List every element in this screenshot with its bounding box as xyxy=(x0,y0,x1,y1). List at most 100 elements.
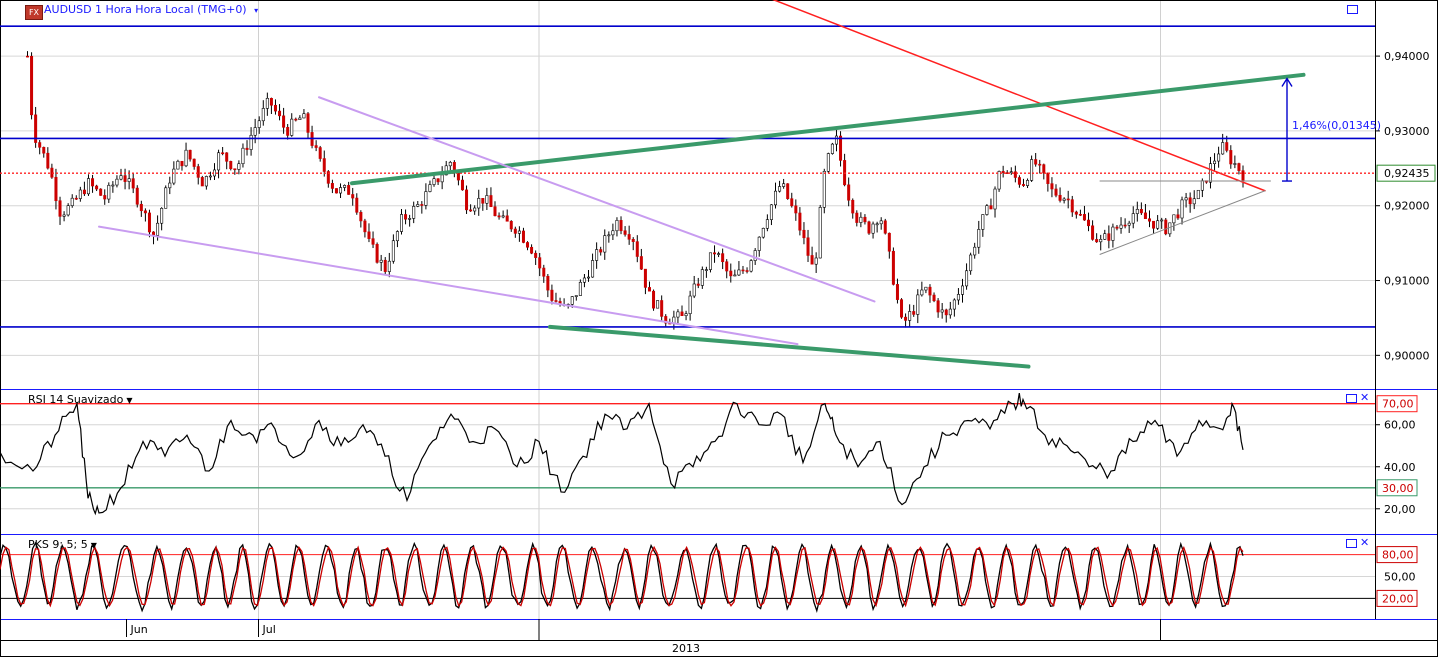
candle-body xyxy=(208,175,212,178)
candle-body xyxy=(1107,233,1111,241)
candle-body xyxy=(339,187,343,194)
candle-body xyxy=(176,160,180,170)
candle-body xyxy=(241,147,245,165)
candle-body xyxy=(839,135,843,161)
rsi-axis-label: 20,00 xyxy=(1384,503,1416,516)
candle-body xyxy=(42,146,46,154)
candle-body xyxy=(25,55,29,58)
candle-body xyxy=(1046,172,1050,184)
rsi-panel-title[interactable]: RSI 14 Suavizado ▼ xyxy=(28,393,133,406)
candle-body xyxy=(1229,150,1233,165)
candle-body xyxy=(1054,188,1058,196)
candle-body xyxy=(1034,159,1038,165)
title-dropdown-caret-icon[interactable]: ▾ xyxy=(254,6,258,15)
pks-panel-title[interactable]: PKS 9; 5; 5 ▼ xyxy=(28,538,97,551)
candle-body xyxy=(416,204,420,207)
candle-body xyxy=(103,195,107,200)
candle-body xyxy=(944,309,948,316)
candle-body xyxy=(615,220,619,232)
candle-body xyxy=(1030,159,1034,181)
candle-body xyxy=(859,216,863,223)
pks-axis-label: 50,00 xyxy=(1384,571,1416,584)
candle-body xyxy=(428,184,432,192)
candle-body xyxy=(184,149,188,167)
candle-body xyxy=(1066,198,1070,201)
candle-body xyxy=(265,97,269,109)
candle-body xyxy=(570,296,574,305)
candle-body xyxy=(351,194,355,199)
rsi-level-label: 70,00 xyxy=(1382,398,1414,411)
candle-body xyxy=(1152,220,1156,229)
candle-body xyxy=(737,269,741,276)
candle-body xyxy=(623,230,627,235)
candle-body xyxy=(806,237,810,256)
candle-body xyxy=(82,189,86,195)
candle-body xyxy=(74,197,78,200)
candle-body xyxy=(586,276,590,279)
candle-body xyxy=(948,308,952,316)
candle-body xyxy=(550,289,554,301)
rsi-close-icon[interactable]: ✕ xyxy=(1360,392,1369,403)
candle-body xyxy=(436,178,440,183)
candle-body xyxy=(1017,177,1021,185)
candle-body xyxy=(725,261,729,272)
chart-canvas: 1,46%(0,01345) 0,90000 0,91000 0,92000 0,930… xyxy=(0,0,1438,657)
candle-body xyxy=(314,145,318,148)
pks-maximize-icon[interactable] xyxy=(1346,539,1357,548)
current-price-tag: 0,92435 xyxy=(1384,167,1430,180)
rsi-maximize-icon[interactable] xyxy=(1346,394,1357,403)
candle-body xyxy=(1180,199,1184,219)
candle-body xyxy=(822,170,826,208)
candle-body xyxy=(298,117,302,120)
candle-body xyxy=(753,250,757,261)
candle-body xyxy=(1087,219,1091,227)
candle-body xyxy=(647,287,651,292)
main-maximize-icon[interactable] xyxy=(1347,5,1358,14)
candle-body xyxy=(217,152,221,171)
candle-body xyxy=(599,249,603,253)
candle-body xyxy=(164,187,168,209)
candle-body xyxy=(395,231,399,242)
pks-level-label: 20,00 xyxy=(1382,592,1414,605)
candle-body xyxy=(904,316,908,321)
candle-body xyxy=(1001,171,1005,173)
candle-body xyxy=(237,163,241,170)
candle-body xyxy=(530,246,534,254)
candle-body xyxy=(757,236,761,251)
candle-body xyxy=(692,283,696,297)
candle-body xyxy=(891,250,895,285)
candle-body xyxy=(306,113,310,133)
candle-body xyxy=(347,185,351,195)
price-axis-label: 0,90000 xyxy=(1384,349,1430,362)
candle-body xyxy=(1135,208,1139,214)
candle-body xyxy=(1188,197,1192,205)
fx-badge[interactable]: FX xyxy=(25,5,43,20)
candle-body xyxy=(1160,219,1164,222)
pks-close-icon[interactable]: ✕ xyxy=(1360,537,1369,548)
pks-dropdown-caret-icon[interactable]: ▼ xyxy=(91,541,97,550)
candle-body xyxy=(603,235,607,253)
time-axis-label-jun: Jun xyxy=(130,623,148,636)
candle-body xyxy=(1074,211,1078,215)
rsi-dropdown-caret-icon[interactable]: ▼ xyxy=(126,396,132,405)
candle-body xyxy=(107,184,111,200)
candle-body xyxy=(334,188,338,194)
candle-body xyxy=(322,158,326,172)
candle-body xyxy=(1131,213,1135,224)
main-chart-title[interactable]: AUDUSD 1 Hora Hora Local (TMG+0) ▾ xyxy=(44,3,258,16)
candle-body xyxy=(977,229,981,248)
candle-body xyxy=(1241,170,1245,181)
candle-body xyxy=(54,176,58,202)
candle-body xyxy=(469,209,473,212)
candle-body xyxy=(1127,222,1131,226)
candle-body xyxy=(66,205,70,216)
candle-body xyxy=(721,253,725,263)
price-axis-label: 0,91000 xyxy=(1384,275,1430,288)
candle-body xyxy=(1172,214,1176,224)
candle-body xyxy=(733,274,737,277)
candle-body xyxy=(863,216,867,223)
candle-body xyxy=(1091,225,1095,240)
candle-body xyxy=(578,281,582,296)
candle-body xyxy=(156,222,160,236)
candle-body xyxy=(802,229,806,239)
